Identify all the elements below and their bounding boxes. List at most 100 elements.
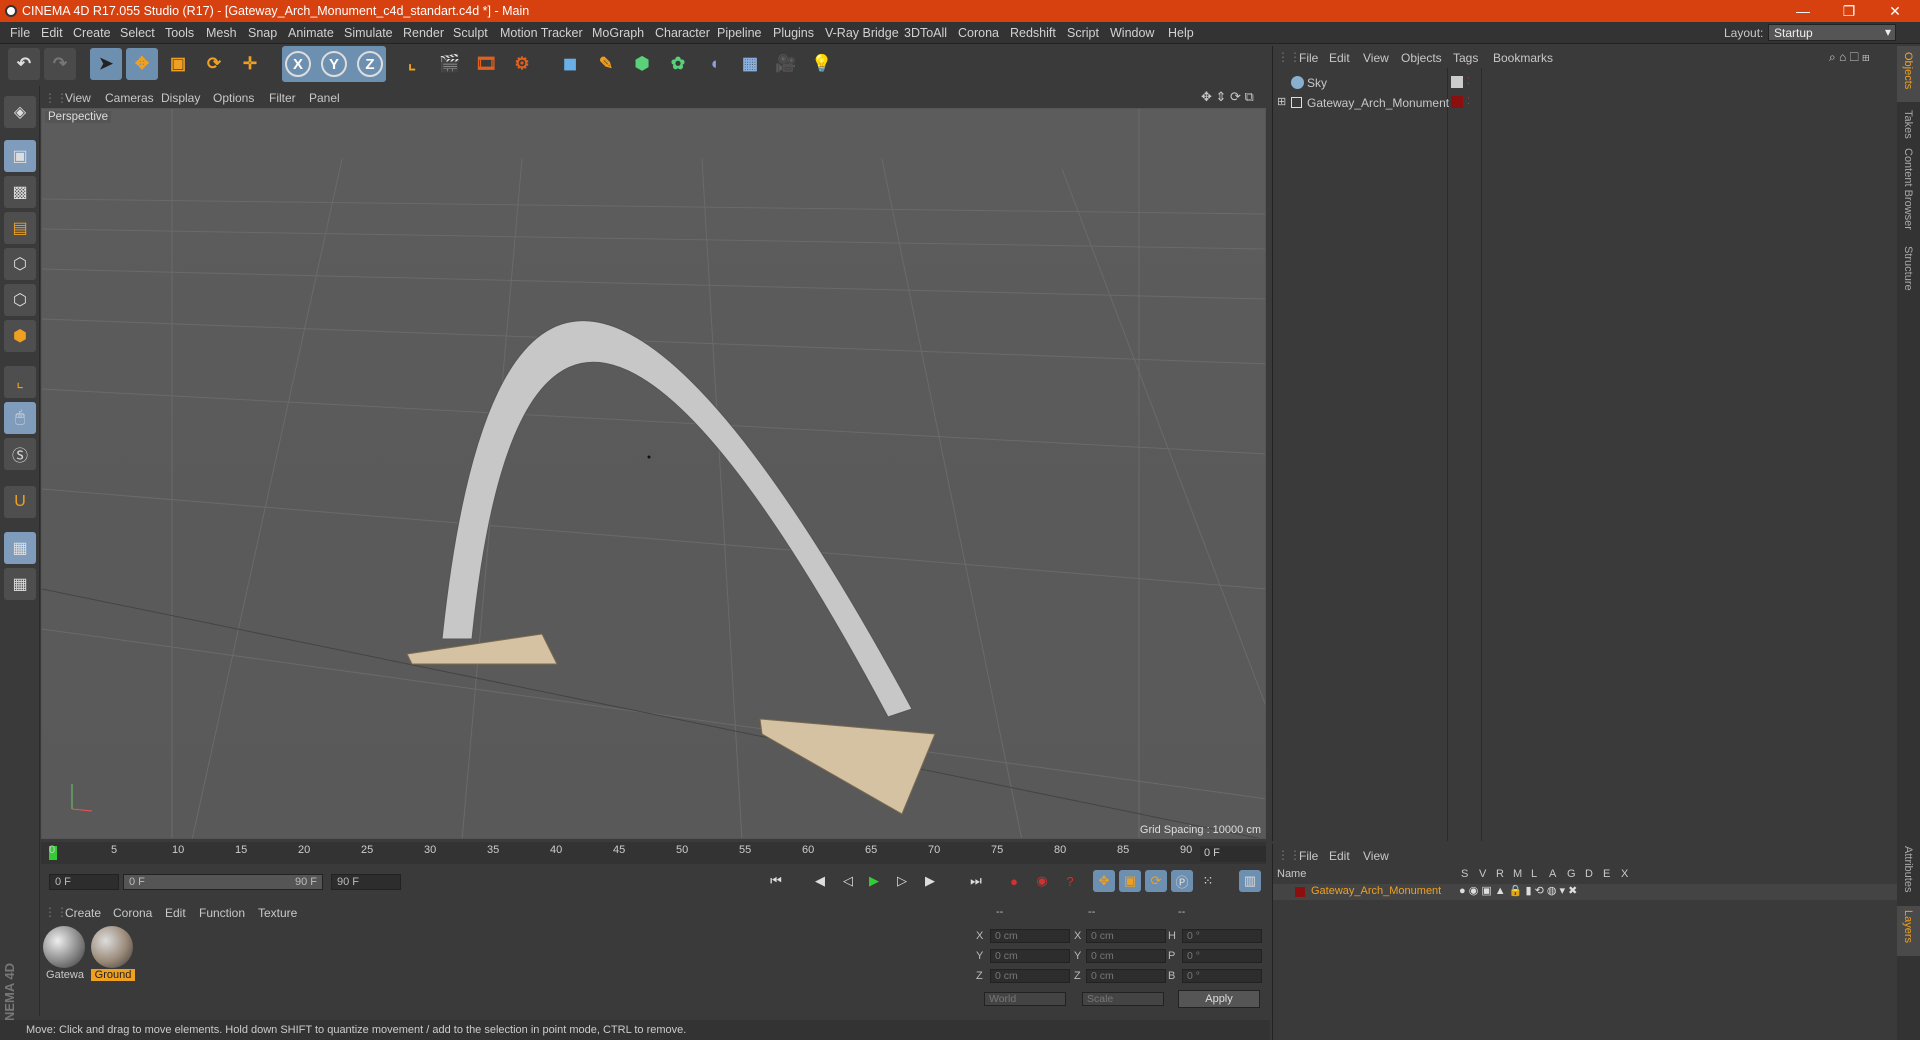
perspective-viewport[interactable]: Perspective Grid Spacing : 10000 cm — [41, 108, 1266, 839]
object-menu-bookmarks[interactable]: Bookmarks — [1493, 51, 1553, 65]
light-icon[interactable]: 💡 — [806, 48, 838, 80]
floor-icon[interactable]: ▦ — [734, 48, 766, 80]
layer-toggle-icons[interactable]: ● ◉ ▣ ▲ 🔒 ▮ ⟲ ◍ ▾ ✖ — [1459, 884, 1577, 897]
planar-workplane-icon[interactable]: ▦ — [4, 568, 36, 600]
autokey-icon[interactable]: ◉ — [1031, 870, 1053, 892]
texture-mode-icon[interactable]: ▩ — [4, 176, 36, 208]
viewport-menu-cameras[interactable]: Cameras — [105, 91, 154, 105]
menu-render[interactable]: Render — [403, 26, 444, 40]
live-select-icon[interactable]: ➤ — [90, 48, 122, 80]
size-y-field[interactable]: 0 cm — [1086, 949, 1166, 963]
position-z-field[interactable]: 0 cm — [990, 969, 1070, 983]
menu-mesh[interactable]: Mesh — [206, 26, 237, 40]
layer-menu-file[interactable]: File — [1299, 849, 1318, 863]
tweak-mode-icon[interactable]: 🖱 — [4, 402, 36, 434]
timeline-ruler[interactable]: 0 5 10 15 20 25 30 35 40 45 50 55 60 65 … — [41, 842, 1266, 864]
viewport-nav-icons[interactable]: ✥ ⇕ ⟳ ⧉ — [1201, 89, 1254, 105]
viewport-menu-panel[interactable]: Panel — [309, 91, 340, 105]
layer-menu-view[interactable]: View — [1363, 849, 1389, 863]
position-y-field[interactable]: 0 cm — [990, 949, 1070, 963]
timeline-window-icon[interactable]: ▥ — [1239, 870, 1261, 892]
goto-start-icon[interactable]: ⏮ — [765, 870, 787, 892]
menu-redshift[interactable]: Redshift — [1010, 26, 1056, 40]
menu-plugins[interactable]: Plugins — [773, 26, 814, 40]
maximize-button[interactable]: ❐ — [1826, 1, 1872, 21]
move-tool-icon[interactable]: ✥ — [126, 48, 158, 80]
size-mode-dropdown[interactable]: Scale — [1082, 992, 1164, 1006]
menu-3dtoall[interactable]: 3DToAll — [904, 26, 947, 40]
menu-help[interactable]: Help — [1168, 26, 1194, 40]
points-mode-icon[interactable]: ⬡ — [4, 248, 36, 280]
next-frame-icon[interactable]: ▷ — [891, 870, 913, 892]
menu-simulate[interactable]: Simulate — [344, 26, 393, 40]
coord-system-dropdown[interactable]: World — [984, 992, 1066, 1006]
axis-mode-icon[interactable]: ⌞ — [4, 366, 36, 398]
minimize-button[interactable]: — — [1780, 1, 1826, 21]
polygons-mode-icon[interactable]: ⬢ — [4, 320, 36, 352]
menu-vray-bridge[interactable]: V-Ray Bridge — [825, 26, 899, 40]
layer-name[interactable]: Gateway_Arch_Monument — [1311, 885, 1441, 897]
tab-content-browser[interactable]: Content Browser — [1902, 148, 1914, 230]
menu-character[interactable]: Character — [655, 26, 710, 40]
column-header[interactable]: R — [1496, 868, 1504, 880]
tab-takes[interactable]: Takes — [1902, 110, 1914, 139]
edges-mode-icon[interactable]: ⬡ — [4, 284, 36, 316]
object-menu-view[interactable]: View — [1363, 51, 1389, 65]
render-settings-icon[interactable]: ⚙ — [506, 48, 538, 80]
column-header[interactable]: M — [1513, 868, 1522, 880]
deformer-icon[interactable]: ◖ — [698, 48, 730, 80]
column-header[interactable]: D — [1585, 868, 1593, 880]
object-name[interactable]: Gateway_Arch_Monument — [1307, 96, 1449, 110]
object-row-sky[interactable]: Sky ⁚ — [1273, 74, 1898, 92]
material-menu-create[interactable]: Create — [65, 906, 101, 920]
y-axis-lock-button[interactable]: Y — [321, 51, 347, 77]
object-name[interactable]: Sky — [1307, 76, 1327, 90]
make-editable-icon[interactable]: ◈ — [4, 96, 36, 128]
tab-attributes[interactable]: Attributes — [1902, 846, 1914, 892]
menu-motion-tracker[interactable]: Motion Tracker — [500, 26, 583, 40]
material-swatch[interactable]: Gatewa — [43, 926, 87, 986]
workplane-mode-icon[interactable]: ▤ — [4, 212, 36, 244]
play-icon[interactable]: ▶ — [863, 870, 885, 892]
close-button[interactable]: ✕ — [1872, 1, 1918, 21]
cloner-icon[interactable]: ✿ — [662, 48, 694, 80]
material-menu-texture[interactable]: Texture — [258, 906, 297, 920]
camera-icon[interactable]: 🎥 — [770, 48, 802, 80]
key-rotation-icon[interactable]: ⟳ — [1145, 870, 1167, 892]
size-z-field[interactable]: 0 cm — [1086, 969, 1166, 983]
scale-tool-icon[interactable]: ▣ — [162, 48, 194, 80]
key-scale-icon[interactable]: ▣ — [1119, 870, 1141, 892]
rotate-tool-icon[interactable]: ⟳ — [198, 48, 230, 80]
layer-color-swatch[interactable] — [1295, 887, 1305, 897]
rotation-h-field[interactable]: 0 ° — [1182, 929, 1262, 943]
menu-edit[interactable]: Edit — [41, 26, 63, 40]
viewport-menu-view[interactable]: View — [65, 91, 91, 105]
menu-select[interactable]: Select — [120, 26, 155, 40]
spline-pen-icon[interactable]: ✎ — [590, 48, 622, 80]
menu-mograph[interactable]: MoGraph — [592, 26, 644, 40]
menu-sculpt[interactable]: Sculpt — [453, 26, 488, 40]
column-header[interactable]: S — [1461, 868, 1468, 880]
lock-workplane-icon[interactable]: ▦ — [4, 532, 36, 564]
menu-snap[interactable]: Snap — [248, 26, 277, 40]
object-menu-tags[interactable]: Tags — [1453, 51, 1478, 65]
model-mode-icon[interactable]: ▣ — [4, 140, 36, 172]
column-header[interactable]: A — [1549, 868, 1556, 880]
menu-create[interactable]: Create — [73, 26, 111, 40]
position-x-field[interactable]: 0 cm — [990, 929, 1070, 943]
apply-button[interactable]: Apply — [1178, 990, 1260, 1008]
column-header[interactable]: E — [1603, 868, 1610, 880]
object-menu-file[interactable]: File — [1299, 51, 1318, 65]
menu-tools[interactable]: Tools — [165, 26, 194, 40]
frame-range-slider[interactable]: 0 F 90 F — [123, 874, 323, 890]
redo-icon[interactable]: ↷ — [44, 48, 76, 80]
key-parameter-icon[interactable]: Ⓟ — [1171, 870, 1193, 892]
column-header[interactable]: V — [1479, 868, 1486, 880]
snap-magnet-icon[interactable]: U — [4, 486, 36, 518]
keyframe-selection-icon[interactable]: ? — [1059, 870, 1081, 892]
column-header[interactable]: X — [1621, 868, 1628, 880]
object-manager-tools-icon[interactable]: ⌕ ⌂ ☐ ⊞ — [1829, 50, 1870, 65]
coordinate-system-icon[interactable]: ⌞ — [396, 48, 428, 80]
tab-layers[interactable]: Layers — [1902, 910, 1914, 943]
menu-animate[interactable]: Animate — [288, 26, 334, 40]
